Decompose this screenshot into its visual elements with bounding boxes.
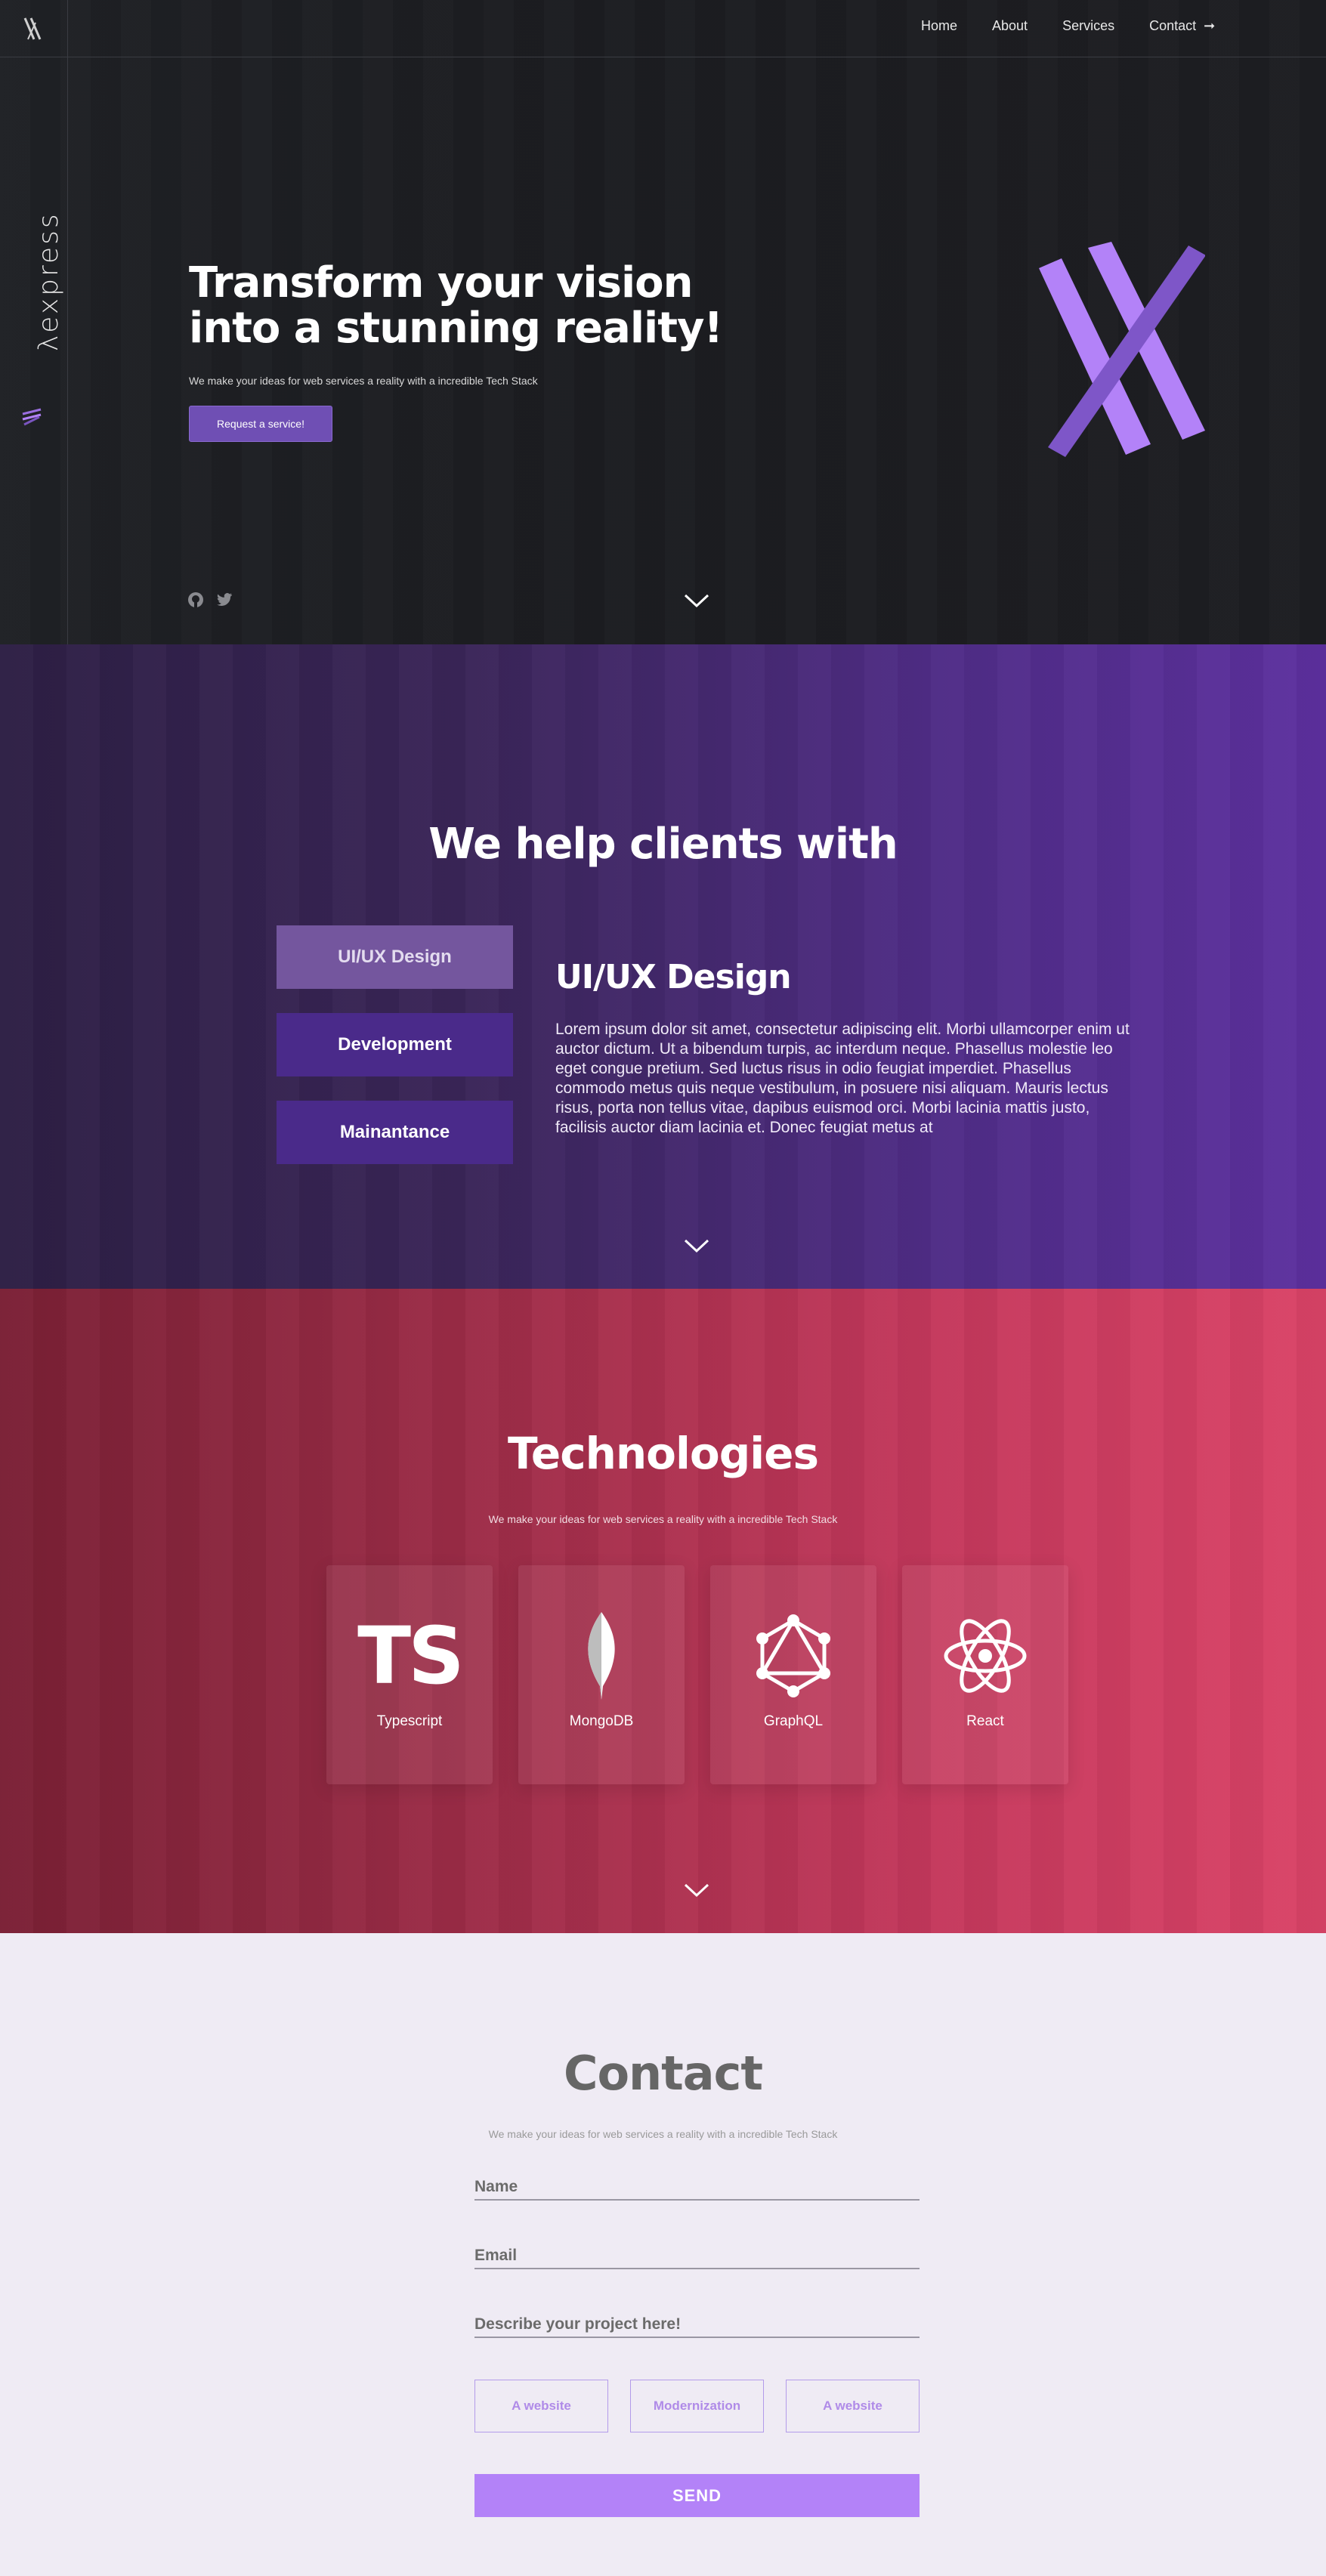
services-title: We help clients with [428, 820, 898, 869]
react-atom-icon [940, 1611, 1031, 1701]
tech-card-label: GraphQL [763, 1713, 824, 1729]
typescript-glyph: TS [357, 1610, 465, 1702]
tech-card-react: React [902, 1565, 1068, 1784]
option-a-website-2[interactable]: A website [786, 2380, 920, 2432]
chevron-down-icon[interactable] [684, 1239, 709, 1254]
chevron-down-icon[interactable] [684, 594, 709, 609]
nav-about[interactable]: About [992, 18, 1028, 34]
hero-title: Transform your vision into a stunning re… [189, 261, 733, 351]
name-input[interactable] [474, 2175, 920, 2199]
technologies-title: Technologies [508, 1428, 819, 1479]
twitter-icon[interactable] [215, 591, 233, 609]
main-nav: Home About Services Contact ➞ [921, 18, 1215, 34]
tech-card-label: MongoDB [569, 1713, 634, 1729]
nav-contact-label: Contact [1149, 18, 1197, 33]
brand-name-vertical: λexpress [33, 212, 64, 351]
arrow-right-icon: ➞ [1204, 18, 1216, 33]
hero-subtitle: We make your ideas for web services a re… [189, 375, 538, 387]
brand-logo-icon[interactable] [19, 15, 46, 42]
hero-title-line2: into a stunning reality! [189, 304, 723, 353]
hero-title-line1: Transform your vision [189, 258, 693, 307]
tech-card-label: React [966, 1713, 1004, 1729]
chevron-down-icon[interactable] [684, 1883, 709, 1898]
email-input[interactable] [474, 2244, 920, 2268]
contact-title: Contact [563, 2046, 763, 2101]
email-field-wrapper [474, 2244, 920, 2269]
service-tab-uiux[interactable]: UI/UX Design [277, 925, 513, 989]
technologies-subtitle: We make your ideas for web services a re… [488, 1513, 838, 1525]
hero-logo-icon [1039, 242, 1205, 457]
service-tab-maintenance[interactable]: Mainantance [277, 1101, 513, 1164]
option-modernization[interactable]: Modernization [630, 2380, 764, 2432]
project-field-wrapper [474, 2312, 920, 2338]
tech-card-graphql: GraphQL [710, 1565, 876, 1784]
nav-home-label: Home [921, 18, 958, 33]
service-detail-text: Lorem ipsum dolor sit amet, consectetur … [555, 1021, 1130, 1136]
service-detail-heading: UI/UX Design [555, 958, 792, 996]
tech-card-typescript: TS Typescript [326, 1565, 493, 1784]
social-links [187, 591, 233, 609]
github-icon[interactable] [187, 591, 205, 609]
contact-subtitle: We make your ideas for web services a re… [488, 2128, 838, 2140]
brand-mini-logo-icon [22, 408, 42, 426]
request-service-button[interactable]: Request a service! [189, 406, 332, 442]
graphql-icon [748, 1611, 839, 1701]
typescript-icon: TS [357, 1611, 465, 1701]
nav-home[interactable]: Home [921, 18, 957, 34]
option-a-website[interactable]: A website [474, 2380, 608, 2432]
send-button[interactable]: SEND [474, 2474, 920, 2517]
nav-about-label: About [992, 18, 1028, 33]
tech-card-mongodb: MongoDB [518, 1565, 685, 1784]
nav-services-label: Services [1062, 18, 1115, 33]
mongodb-leaf-icon [556, 1611, 647, 1701]
nav-services[interactable]: Services [1062, 18, 1114, 34]
service-tab-development[interactable]: Development [277, 1013, 513, 1076]
name-field-wrapper [474, 2175, 920, 2201]
project-description-input[interactable] [474, 2312, 920, 2337]
tech-card-label: Typescript [376, 1713, 443, 1729]
nav-contact[interactable]: Contact ➞ [1149, 18, 1215, 34]
